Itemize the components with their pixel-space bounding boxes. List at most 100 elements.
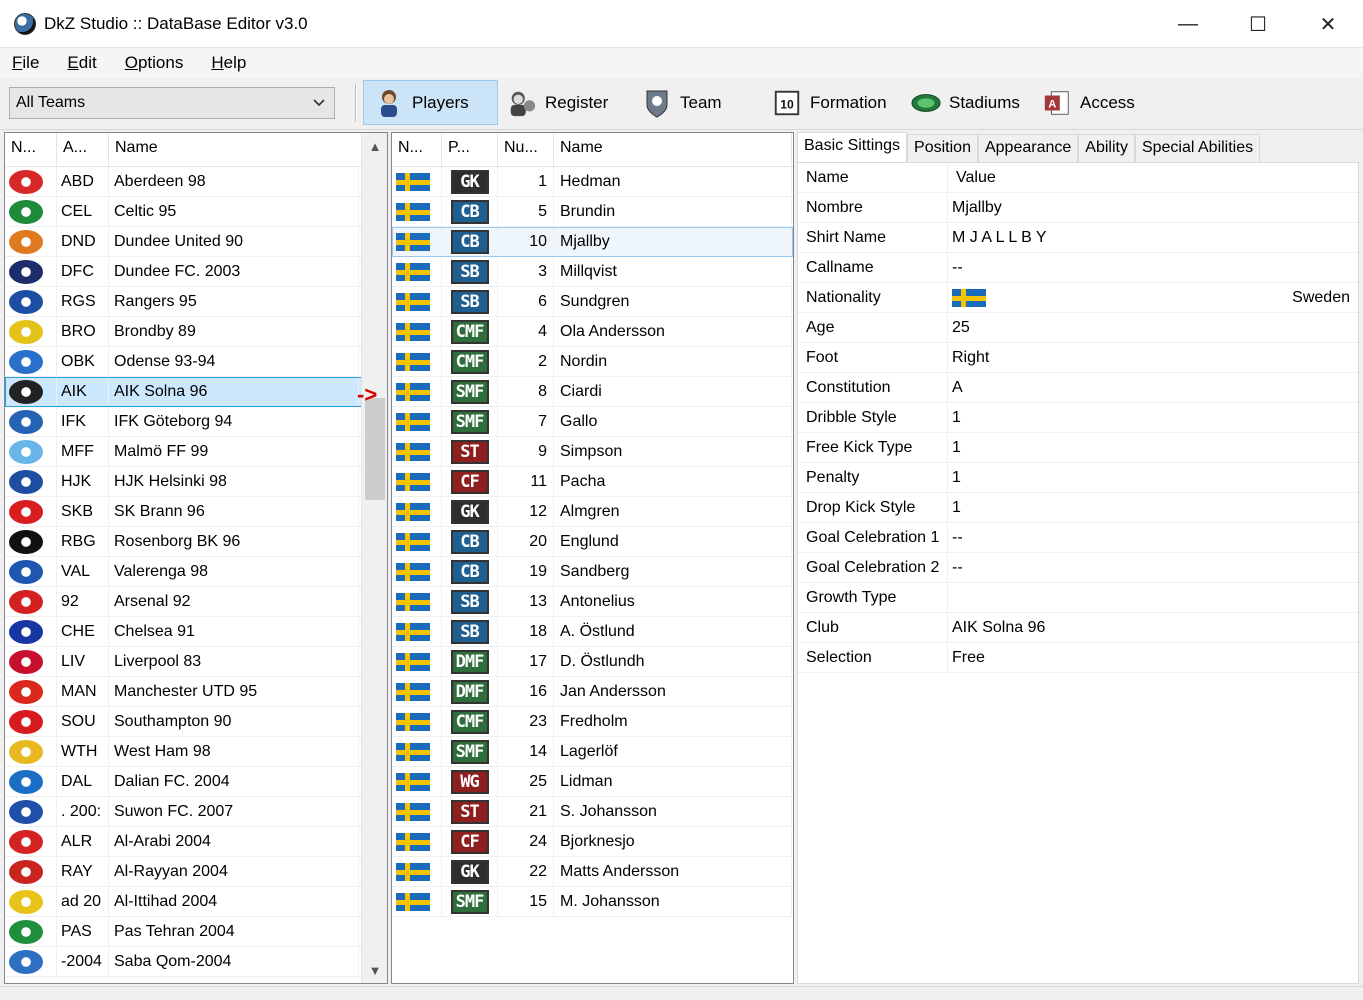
player-row[interactable]: CF 24 Bjorknesjo: [392, 826, 793, 857]
team-row[interactable]: DND Dundee United 90: [5, 226, 387, 257]
column-header-player-name[interactable]: Name: [554, 133, 792, 166]
team-row[interactable]: CHE Chelsea 91: [5, 616, 387, 647]
property-row[interactable]: Age 25: [798, 312, 1358, 343]
property-row[interactable]: Constitution A: [798, 372, 1358, 403]
player-row[interactable]: CB 19 Sandberg: [392, 556, 793, 587]
property-value-cell[interactable]: 1: [948, 403, 1358, 433]
player-properties-grid[interactable]: Name Value Nombre Mjallby Shirt Name M J A …: [797, 162, 1359, 984]
team-row[interactable]: DFC Dundee FC. 2003: [5, 256, 387, 287]
property-value[interactable]: --: [952, 529, 963, 547]
property-row[interactable]: Nationality Sweden: [798, 282, 1358, 313]
property-row[interactable]: Selection Free: [798, 642, 1358, 673]
property-value-cell[interactable]: [948, 583, 1358, 613]
menu-edit[interactable]: Edit: [67, 53, 96, 73]
teams-scroll-thumb[interactable]: [365, 398, 385, 500]
property-value[interactable]: --: [952, 559, 963, 577]
scroll-up-icon[interactable]: ▲: [368, 139, 382, 154]
team-row[interactable]: ALR Al-Arabi 2004: [5, 826, 387, 857]
player-row[interactable]: SB 3 Millqvist: [392, 256, 793, 287]
menu-file[interactable]: File: [12, 53, 39, 73]
close-button[interactable]: ✕: [1293, 0, 1363, 48]
team-row[interactable]: MFF Malmö FF 99: [5, 436, 387, 467]
team-row[interactable]: PAS Pas Tehran 2004: [5, 916, 387, 947]
player-row[interactable]: CF 11 Pacha: [392, 466, 793, 497]
property-value[interactable]: Free: [952, 649, 985, 667]
property-row[interactable]: Callname --: [798, 252, 1358, 283]
property-value[interactable]: 1: [952, 439, 961, 457]
player-row[interactable]: SB 6 Sundgren: [392, 286, 793, 317]
property-value[interactable]: Mjallby: [952, 199, 1002, 217]
property-value-cell[interactable]: --: [948, 553, 1358, 583]
players-list[interactable]: N... P... Nu... Name GK 1 Hedman CB 5 Brundin…: [391, 132, 794, 984]
team-button[interactable]: Team: [632, 80, 752, 125]
player-row[interactable]: ST 9 Simpson: [392, 436, 793, 467]
property-value-cell[interactable]: A: [948, 373, 1358, 403]
player-row[interactable]: CMF 4 Ola Andersson: [392, 316, 793, 347]
player-row[interactable]: SMF 14 Lagerlöf: [392, 736, 793, 767]
column-header-number[interactable]: N...: [5, 133, 57, 166]
access-button[interactable]: A Access: [1032, 80, 1152, 125]
property-row[interactable]: Growth Type: [798, 582, 1358, 613]
property-row[interactable]: Club AIK Solna 96: [798, 612, 1358, 643]
scroll-down-icon[interactable]: ▼: [368, 963, 382, 978]
team-row[interactable]: RBG Rosenborg BK 96: [5, 526, 387, 557]
property-value-cell[interactable]: 1: [948, 433, 1358, 463]
property-row[interactable]: Drop Kick Style 1: [798, 492, 1358, 523]
player-row[interactable]: CMF 2 Nordin: [392, 346, 793, 377]
property-value[interactable]: Right: [952, 349, 989, 367]
team-row[interactable]: LIV Liverpool 83: [5, 646, 387, 677]
team-filter-dropdown[interactable]: All Teams: [9, 87, 335, 119]
property-value[interactable]: 25: [952, 319, 970, 337]
property-value[interactable]: A: [952, 379, 963, 397]
column-header-shirt-number[interactable]: Nu...: [498, 133, 554, 166]
menu-help[interactable]: Help: [211, 53, 246, 73]
team-row[interactable]: IFK IFK Göteborg 94: [5, 406, 387, 437]
team-row[interactable]: SKB SK Brann 96: [5, 496, 387, 527]
column-header-name[interactable]: Name: [109, 133, 363, 166]
property-value-cell[interactable]: Free: [948, 643, 1358, 673]
team-row[interactable]: HJK HJK Helsinki 98: [5, 466, 387, 497]
property-row[interactable]: Goal Celebration 1 --: [798, 522, 1358, 553]
property-row[interactable]: Dribble Style 1: [798, 402, 1358, 433]
property-row[interactable]: Nombre Mjallby: [798, 192, 1358, 223]
player-row[interactable]: SMF 8 Ciardi: [392, 376, 793, 407]
tab-special-abilities[interactable]: Special Abilities: [1134, 134, 1261, 162]
property-value[interactable]: 1: [952, 469, 961, 487]
team-row[interactable]: AIK AIK Solna 96: [5, 376, 387, 407]
team-row[interactable]: RAY Al-Rayyan 2004: [5, 856, 387, 887]
team-row[interactable]: SOU Southampton 90: [5, 706, 387, 737]
player-row[interactable]: SB 18 A. Östlund: [392, 616, 793, 647]
property-value[interactable]: AIK Solna 96: [952, 619, 1045, 637]
player-row[interactable]: GK 1 Hedman: [392, 166, 793, 197]
property-value-cell[interactable]: 1: [948, 493, 1358, 523]
property-value[interactable]: 1: [952, 499, 961, 517]
team-row[interactable]: RGS Rangers 95: [5, 286, 387, 317]
player-row[interactable]: DMF 16 Jan Andersson: [392, 676, 793, 707]
players-button[interactable]: Players: [363, 80, 498, 125]
player-row[interactable]: WG 25 Lidman: [392, 766, 793, 797]
property-value-cell[interactable]: M J A L L B Y: [948, 223, 1358, 253]
register-button[interactable]: Register: [497, 80, 627, 125]
property-value[interactable]: --: [952, 259, 963, 277]
team-row[interactable]: DAL Dalian FC. 2004: [5, 766, 387, 797]
property-value-cell[interactable]: 25: [948, 313, 1358, 343]
tab-basic-sittings[interactable]: Basic Sittings: [797, 132, 908, 162]
property-value-cell[interactable]: AIK Solna 96: [948, 613, 1358, 643]
teams-list[interactable]: N... A... Name ABD Aberdeen 98 CEL Celtic 9…: [4, 132, 388, 984]
player-row[interactable]: GK 12 Almgren: [392, 496, 793, 527]
player-row[interactable]: GK 22 Matts Andersson: [392, 856, 793, 887]
property-value[interactable]: 1: [952, 409, 961, 427]
team-row[interactable]: . 200: Suwon FC. 2007: [5, 796, 387, 827]
menu-options[interactable]: Options: [125, 53, 184, 73]
player-row[interactable]: CB 20 Englund: [392, 526, 793, 557]
minimize-button[interactable]: —: [1153, 0, 1223, 48]
column-header-position[interactable]: P...: [442, 133, 498, 166]
player-row[interactable]: CB 10 Mjallby: [392, 226, 793, 257]
property-row[interactable]: Shirt Name M J A L L B Y: [798, 222, 1358, 253]
property-row[interactable]: Penalty 1: [798, 462, 1358, 493]
property-value-cell[interactable]: Right: [948, 343, 1358, 373]
property-value-cell[interactable]: Sweden: [948, 283, 1358, 313]
team-row[interactable]: -2004 Saba Qom-2004: [5, 946, 387, 977]
team-row[interactable]: VAL Valerenga 98: [5, 556, 387, 587]
teams-scrollbar[interactable]: ▲ ▼: [361, 133, 387, 983]
